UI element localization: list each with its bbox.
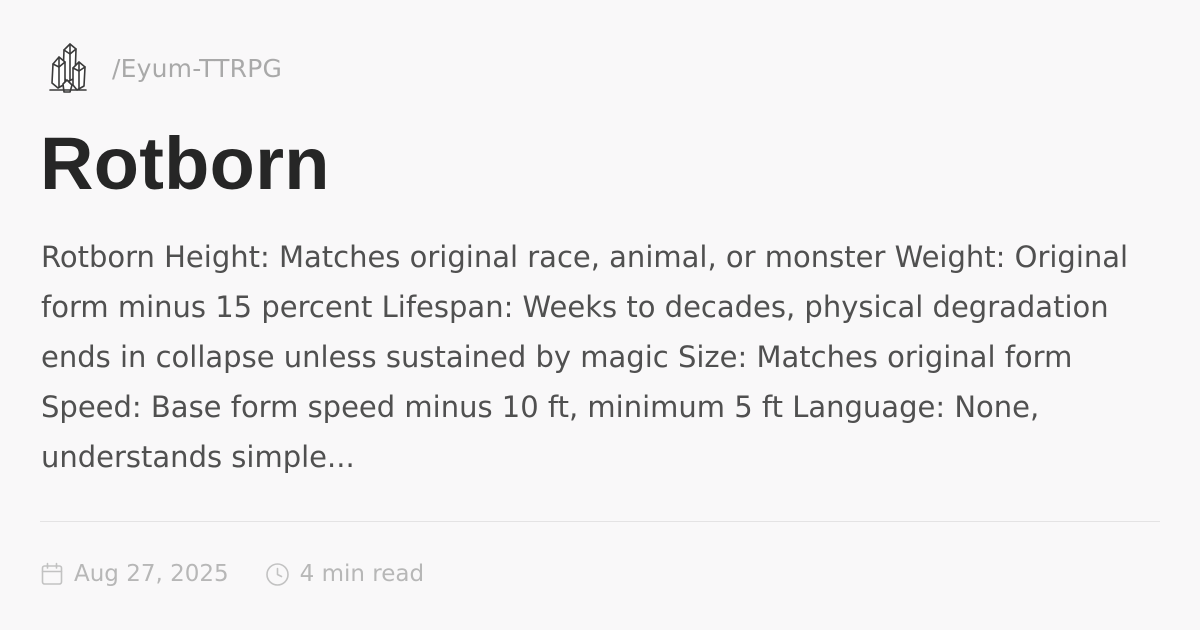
article-excerpt: Rotborn Height: Matches original race, a… (41, 240, 1129, 474)
crystal-cluster-icon[interactable] (46, 40, 90, 96)
publish-date-text: Aug 27, 2025 (74, 561, 229, 587)
reading-time-text: 4 min read (299, 561, 425, 587)
site-path-link[interactable]: /Eyum-TTRPG (112, 54, 282, 83)
article-meta: Aug 27, 2025 4 min read (40, 556, 424, 592)
page-title: Rotborn (40, 122, 330, 205)
clock-icon (265, 562, 290, 587)
publish-date: Aug 27, 2025 (40, 561, 229, 587)
divider (40, 521, 1160, 522)
site-header: /Eyum-TTRPG (46, 40, 282, 96)
calendar-icon (40, 561, 64, 587)
reading-time: 4 min read (265, 561, 424, 587)
